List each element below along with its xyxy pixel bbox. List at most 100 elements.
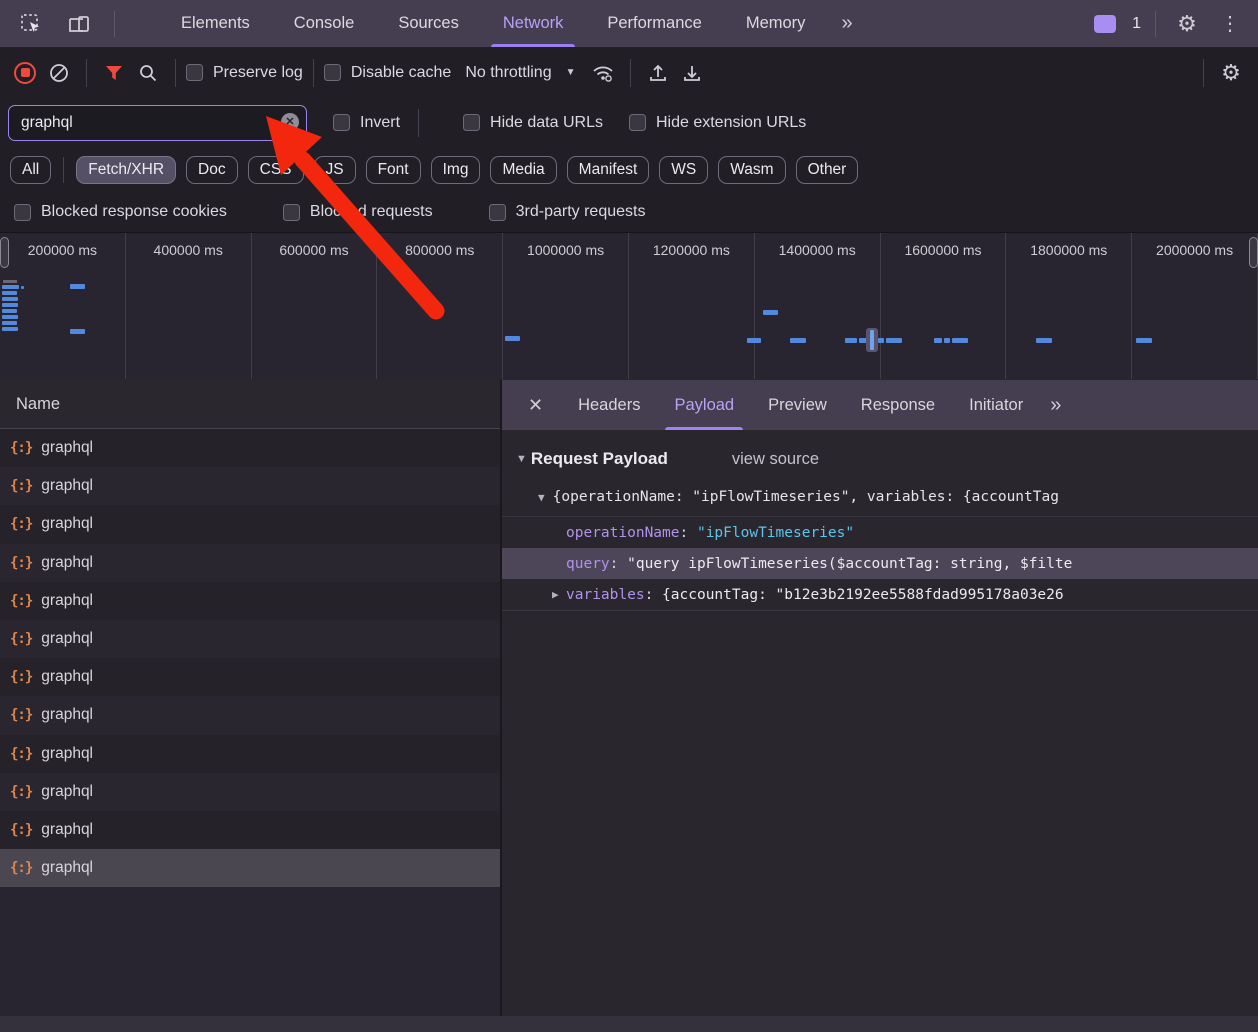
request-row[interactable]: {:}graphql	[0, 544, 500, 582]
inspect-element-icon[interactable]	[14, 7, 48, 41]
waterfall-bar	[886, 338, 902, 343]
disable-cache-checkbox[interactable]: Disable cache	[324, 64, 452, 82]
tab-memory[interactable]: Memory	[724, 0, 828, 47]
checkbox-icon[interactable]	[333, 114, 350, 131]
chip-fetchxhr[interactable]: Fetch/XHR	[76, 156, 176, 184]
search-icon[interactable]	[131, 56, 165, 90]
hide-data-urls-checkbox[interactable]: Hide data URLs	[463, 114, 603, 132]
payload-key: query	[566, 556, 610, 572]
request-row[interactable]: {:}graphql	[0, 505, 500, 543]
payload-key: variables	[566, 587, 645, 603]
checkbox-icon[interactable]	[463, 114, 480, 131]
clear-filter-icon[interactable]: ✕	[281, 113, 299, 131]
chip-all[interactable]: All	[10, 156, 51, 184]
divider	[1155, 11, 1156, 37]
blocked-response-cookies-checkbox[interactable]: Blocked response cookies	[14, 203, 227, 221]
chip-img[interactable]: Img	[431, 156, 481, 184]
throttling-select[interactable]: No throttling ▼	[465, 64, 575, 82]
tab-performance[interactable]: Performance	[585, 0, 723, 47]
blocked-requests-checkbox[interactable]: Blocked requests	[283, 203, 433, 221]
json-braces-icon: {:}	[10, 746, 32, 762]
tab-console[interactable]: Console	[272, 0, 377, 47]
request-row[interactable]: {:}graphql	[0, 849, 500, 887]
details-tab-response[interactable]: Response	[844, 380, 952, 430]
more-options-icon[interactable]: ⋮	[1214, 11, 1246, 36]
chip-css[interactable]: CSS	[248, 156, 304, 184]
more-details-tabs-icon[interactable]: »	[1040, 394, 1069, 417]
export-har-icon[interactable]	[675, 56, 709, 90]
chip-manifest[interactable]: Manifest	[567, 156, 650, 184]
chip-doc[interactable]: Doc	[186, 156, 238, 184]
checkbox-icon[interactable]	[489, 204, 506, 221]
request-row[interactable]: {:}graphql	[0, 658, 500, 696]
payload-row-variables[interactable]: ▶variables: {accountTag: "b12e3b2192ee55…	[502, 579, 1258, 610]
request-row[interactable]: {:}graphql	[0, 582, 500, 620]
payload-row-query[interactable]: query: "query ipFlowTimeseries($accountT…	[502, 548, 1258, 579]
more-panels-icon[interactable]: »	[827, 12, 864, 35]
request-row[interactable]: {:}graphql	[0, 696, 500, 734]
chip-ws[interactable]: WS	[659, 156, 708, 184]
record-network-log-button[interactable]	[8, 56, 42, 90]
tab-elements[interactable]: Elements	[159, 0, 272, 47]
tab-network[interactable]: Network	[481, 0, 586, 47]
network-settings-gear-icon[interactable]: ⚙	[1214, 56, 1248, 90]
timeline-left-handle[interactable]	[0, 237, 9, 268]
request-row[interactable]: {:}graphql	[0, 467, 500, 505]
collapse-triangle-icon: ▼	[538, 491, 545, 504]
chip-media[interactable]: Media	[490, 156, 556, 184]
clear-network-log-button[interactable]	[42, 56, 76, 90]
filter-input[interactable]	[9, 114, 306, 132]
json-braces-icon: {:}	[10, 784, 32, 800]
issues-count: 1	[1132, 15, 1141, 33]
chip-other[interactable]: Other	[796, 156, 859, 184]
network-conditions-icon[interactable]	[586, 56, 620, 90]
name-column-header[interactable]: Name	[0, 380, 500, 429]
checkbox-icon[interactable]	[629, 114, 646, 131]
hide-extension-urls-checkbox[interactable]: Hide extension URLs	[629, 114, 806, 132]
json-braces-icon: {:}	[10, 707, 32, 723]
preserve-log-checkbox[interactable]: Preserve log	[186, 64, 303, 82]
settings-gear-icon[interactable]: ⚙	[1170, 7, 1204, 41]
waterfall-bar	[2, 297, 18, 301]
chip-wasm[interactable]: Wasm	[718, 156, 785, 184]
checkbox-icon[interactable]	[14, 204, 31, 221]
chip-font[interactable]: Font	[366, 156, 421, 184]
divider	[114, 11, 115, 37]
details-tab-payload[interactable]: Payload	[657, 380, 751, 430]
request-row[interactable]: {:}graphql	[0, 429, 500, 467]
waterfall-bar	[2, 303, 18, 307]
resource-type-chips: All Fetch/XHR Doc CSS JS Font Img Media Manifest…	[0, 147, 1258, 192]
network-overview-timeline[interactable]: 200000 ms400000 ms600000 ms800000 ms1000…	[0, 233, 1258, 381]
payload-preview-line[interactable]: ▼ {operationName: "ipFlowTimeseries", va…	[502, 480, 1258, 514]
checkbox-icon[interactable]	[283, 204, 300, 221]
request-row[interactable]: {:}graphql	[0, 735, 500, 773]
request-row[interactable]: {:}graphql	[0, 811, 500, 849]
invert-checkbox[interactable]: Invert	[333, 114, 400, 132]
device-toolbar-icon[interactable]	[62, 7, 96, 41]
details-tab-initiator[interactable]: Initiator	[952, 380, 1040, 430]
divider	[63, 157, 64, 183]
chip-js[interactable]: JS	[314, 156, 356, 184]
view-source-link[interactable]: view source	[732, 450, 819, 469]
request-row[interactable]: {:}graphql	[0, 620, 500, 658]
payload-row-operationname[interactable]: operationName: "ipFlowTimeseries"	[502, 517, 1258, 548]
expand-triangle-icon[interactable]: ▶	[552, 588, 559, 601]
timeline-tick: 2000000 ms	[1132, 233, 1258, 379]
3rd-party-requests-checkbox[interactable]: 3rd-party requests	[489, 203, 646, 221]
request-row[interactable]: {:}graphql	[0, 773, 500, 811]
divider	[313, 59, 314, 87]
details-tab-preview[interactable]: Preview	[751, 380, 844, 430]
issues-icon[interactable]	[1088, 7, 1122, 41]
checkbox-icon[interactable]	[324, 64, 341, 81]
details-tab-headers[interactable]: Headers	[561, 380, 657, 430]
checkbox-icon[interactable]	[186, 64, 203, 81]
request-name: graphql	[41, 592, 93, 610]
timeline-tick: 600000 ms	[252, 233, 378, 379]
import-har-icon[interactable]	[641, 56, 675, 90]
timeline-right-handle[interactable]	[1249, 237, 1258, 268]
collapse-triangle-icon[interactable]: ▼	[516, 453, 527, 465]
filter-icon[interactable]	[97, 56, 131, 90]
tab-sources[interactable]: Sources	[376, 0, 481, 47]
close-details-icon[interactable]: ✕	[502, 395, 561, 416]
payload-value: "query ipFlowTimeseries($accountTag: str…	[627, 556, 1072, 572]
